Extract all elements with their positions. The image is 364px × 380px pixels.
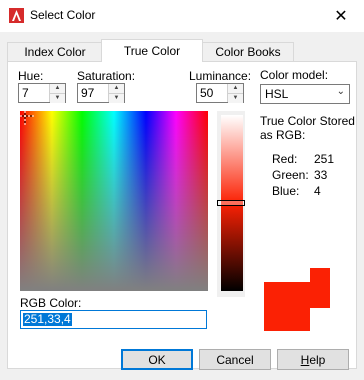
close-icon: ✕: [334, 8, 348, 25]
tab-label: Color Books: [215, 45, 281, 59]
hue-label: Hue:: [18, 69, 44, 83]
close-button[interactable]: ✕: [318, 0, 364, 32]
luminance-stepper[interactable]: 50 ▲ ▼: [196, 83, 244, 103]
true-color-panel: Hue: 7 ▲ ▼ Saturation: 97 ▲ ▼ Luminance:…: [7, 61, 357, 369]
help-button[interactable]: Help: [277, 349, 349, 370]
green-value: 33: [314, 168, 328, 182]
spin-up-icon[interactable]: ▲: [109, 84, 124, 93]
saturation-value: 97: [81, 86, 95, 100]
luminance-spin-arrows[interactable]: ▲ ▼: [227, 84, 243, 103]
rgb-color-value[interactable]: 251,33,4: [23, 313, 72, 326]
help-label: Help: [300, 352, 326, 367]
title-bar: Select Color ✕: [0, 0, 364, 32]
luminance-slider[interactable]: [217, 111, 245, 297]
chevron-down-icon: ⌄: [336, 86, 345, 97]
dialog-body: Index Color True Color Color Books Hue: …: [0, 32, 364, 380]
hue-saturation-spectrum[interactable]: [20, 111, 208, 291]
blue-label: Blue:: [272, 184, 300, 198]
hue-spin-arrows[interactable]: ▲ ▼: [49, 84, 65, 103]
tab-index-color[interactable]: Index Color: [7, 42, 103, 61]
autocad-logo-icon: [9, 8, 24, 23]
stored-heading-line1: True Color Stored: [260, 114, 355, 128]
saturation-label: Saturation:: [77, 69, 136, 83]
color-model-label: Color model:: [260, 68, 329, 82]
saturation-stepper[interactable]: 97 ▲ ▼: [77, 83, 125, 103]
luminance-value: 50: [200, 86, 214, 100]
spin-up-icon[interactable]: ▲: [50, 84, 65, 93]
saturation-spin-arrows[interactable]: ▲ ▼: [108, 84, 124, 103]
blue-value: 4: [314, 184, 321, 198]
color-model-value: HSL: [265, 87, 289, 101]
window-title: Select Color: [30, 8, 96, 22]
tab-label: True Color: [123, 44, 181, 58]
color-model-select[interactable]: HSL ⌄: [260, 84, 350, 104]
ok-label: OK: [148, 352, 166, 367]
ok-button[interactable]: OK: [121, 349, 193, 370]
red-value: 251: [314, 152, 335, 166]
tab-strip: Index Color True Color Color Books: [0, 32, 364, 62]
rgb-color-label: RGB Color:: [20, 296, 82, 310]
hue-stepper[interactable]: 7 ▲ ▼: [18, 83, 66, 103]
spin-down-icon[interactable]: ▼: [228, 93, 243, 103]
spin-up-icon[interactable]: ▲: [228, 84, 243, 93]
tab-label: Index Color: [24, 45, 86, 59]
luminance-marker[interactable]: [217, 200, 245, 206]
tab-true-color[interactable]: True Color: [101, 39, 203, 62]
green-label: Green:: [272, 168, 309, 182]
cancel-label: Cancel: [216, 352, 254, 367]
hue-value: 7: [22, 86, 29, 100]
color-swatch: [264, 268, 330, 331]
spin-down-icon[interactable]: ▼: [50, 93, 65, 103]
tab-color-books[interactable]: Color Books: [202, 42, 294, 61]
luminance-label: Luminance:: [189, 69, 252, 83]
rgb-color-field[interactable]: 251,33,4: [20, 310, 207, 329]
cancel-button[interactable]: Cancel: [199, 349, 271, 370]
spin-down-icon[interactable]: ▼: [109, 93, 124, 103]
crosshair-icon[interactable]: [20, 111, 38, 129]
red-label: Red:: [272, 152, 298, 166]
stored-heading-line2: as RGB:: [260, 128, 306, 142]
